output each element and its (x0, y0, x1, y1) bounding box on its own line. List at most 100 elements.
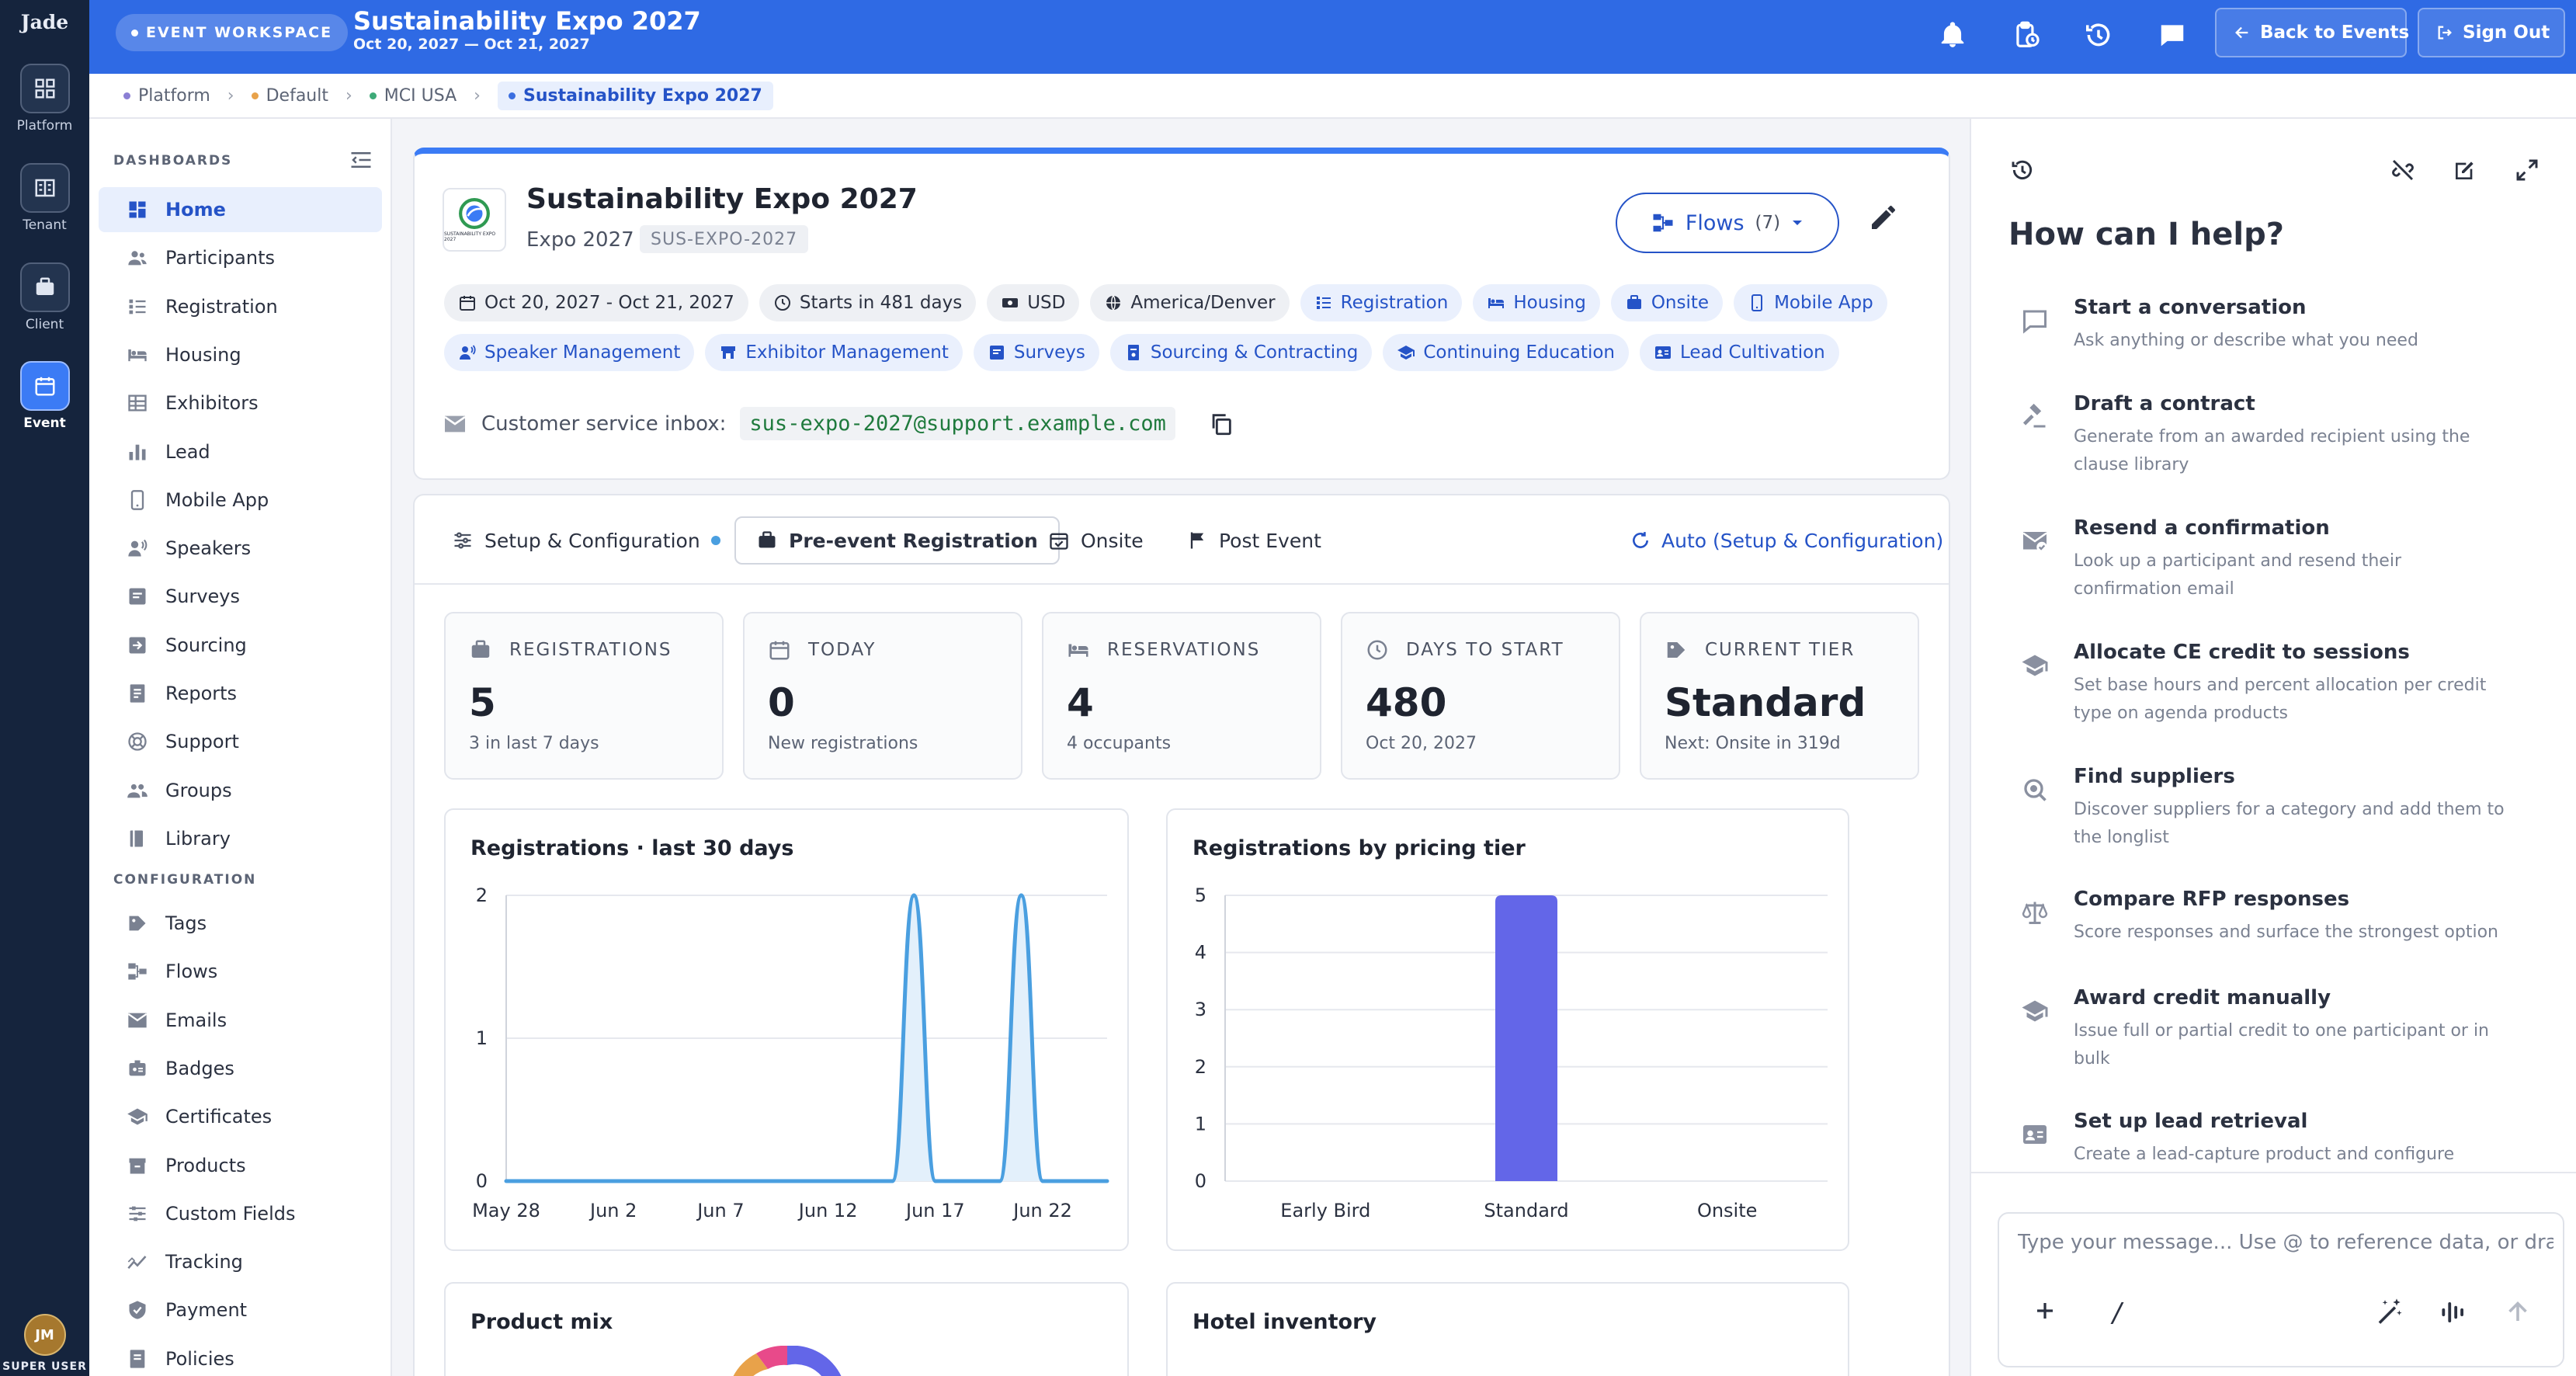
user-menu[interactable]: JM SUPER USER (0, 1314, 89, 1373)
survey-icon (988, 343, 1006, 362)
sidebar-item-tags[interactable]: Tags (99, 901, 382, 946)
flow-icon (127, 961, 148, 982)
breadcrumb-item-default[interactable]: Default (251, 86, 328, 106)
sidebar-item-products[interactable]: Products (99, 1143, 382, 1188)
clipboard-clock-icon[interactable] (2007, 16, 2046, 54)
pricing-tier-card: Registrations by pricing tier 0 1 2 3 4 5 Earl… (1166, 808, 1849, 1251)
x-tick-label: May 28 (472, 1200, 540, 1221)
chip-speaker-management[interactable]: Speaker Management (444, 334, 695, 371)
chip-continuing-education[interactable]: Continuing Education (1383, 334, 1629, 371)
sidebar-item-exhibitors[interactable]: Exhibitors (99, 380, 382, 426)
chat-icon[interactable] (2153, 16, 2192, 54)
sidebar-item-flows[interactable]: Flows (99, 949, 382, 994)
back-to-events-button[interactable]: Back to Events (2215, 8, 2409, 57)
chip-onsite[interactable]: Onsite (1610, 284, 1724, 321)
copy-icon[interactable] (1208, 411, 1234, 437)
breadcrumb-item-client[interactable]: MCI USA (369, 86, 457, 106)
collapse-sidebar-icon[interactable] (349, 150, 373, 170)
history-icon[interactable] (2079, 16, 2118, 54)
event-title: Sustainability Expo 2027 (353, 6, 701, 36)
sidebar-item-label: Sourcing (165, 634, 247, 656)
sidebar-item-custom-fields[interactable]: Custom Fields (99, 1191, 382, 1236)
sidebar-item-housing[interactable]: Housing (99, 332, 382, 377)
bell-icon[interactable] (1933, 16, 1972, 54)
sign-out-button[interactable]: Sign Out (2418, 8, 2565, 57)
chip-usd: USD (987, 284, 1080, 321)
tab-pre-event-registration[interactable]: Pre-event Registration (734, 516, 1060, 565)
voice-icon[interactable] (2439, 1298, 2468, 1327)
assistant-suggestion-start-a-conversation[interactable]: Start a conversation Ask anything or desc… (2023, 296, 2576, 355)
assistant-suggestion-resend-a-confirmation[interactable]: Resend a confirmation Look up a participa… (2022, 516, 2576, 603)
data-point (762, 1179, 766, 1183)
tab-setup-configuration[interactable]: Setup & Configuration (432, 516, 741, 565)
magic-wand-icon[interactable] (2373, 1296, 2404, 1327)
chip-exhibitor-management[interactable]: Exhibitor Management (705, 334, 963, 371)
edit-event-icon[interactable] (1868, 202, 1899, 233)
rail-item-platform[interactable]: Platform (0, 64, 89, 134)
suggestion-description: Issue full or partial credit to one part… (2074, 1021, 2490, 1068)
sidebar-item-support[interactable]: Support (99, 719, 382, 764)
sidebar: DASHBOARDS Home Participants Registration H… (89, 119, 392, 1376)
sidebar-item-policies[interactable]: Policies (99, 1336, 382, 1376)
breadcrumb-item-platform[interactable]: Platform (123, 86, 210, 106)
chip-mobile-app[interactable]: Mobile App (1734, 284, 1887, 321)
chip-surveys[interactable]: Surveys (973, 334, 1099, 371)
assistant-suggestion-award-credit-manually[interactable]: Award credit manually Issue full or parti… (2022, 986, 2576, 1073)
rail-label: Event (23, 415, 66, 431)
certificate-icon (127, 1106, 148, 1128)
event-name: Sustainability Expo 2027 (526, 183, 918, 215)
rail-item-tenant[interactable]: Tenant (0, 163, 89, 233)
bed-icon (127, 344, 148, 366)
flows-dropdown-button[interactable]: Flows (7) (1616, 193, 1839, 253)
chip-sourcing-contracting[interactable]: Sourcing & Contracting (1109, 334, 1373, 371)
sidebar-item-participants[interactable]: Participants (99, 235, 382, 280)
registrations-line-chart: 0 1 2 May 28 Jun 2 Jun 7 Jun 12 Jun 17 Jun 22 (472, 884, 1109, 1221)
chip-housing[interactable]: Housing (1473, 284, 1600, 321)
app-rail: Jade Platform Tenant Client Event JM SUP… (0, 0, 89, 1376)
data-point (826, 1179, 831, 1183)
sidebar-item-sourcing[interactable]: Sourcing (99, 623, 382, 668)
sidebar-item-badges[interactable]: Badges (99, 1046, 382, 1091)
assistant-suggestion-find-suppliers[interactable]: Find suppliers Discover suppliers for a c… (2024, 765, 2576, 852)
assistant-suggestion-allocate-ce-credit-to-sessions[interactable]: Allocate CE credit to sessions Set base h… (2022, 641, 2576, 728)
new-chat-icon[interactable] (2453, 158, 2477, 182)
sidebar-item-groups[interactable]: Groups (99, 768, 382, 813)
assistant-suggestion-set-up-lead-retrieval[interactable]: Set up lead retrieval Create a lead-captu… (2023, 1110, 2576, 1169)
sidebar-item-surveys[interactable]: Surveys (99, 574, 382, 619)
sidebar-item-home[interactable]: Home (99, 187, 382, 232)
tracking-icon (127, 1251, 148, 1273)
flows-count: (7) (1755, 213, 1781, 233)
chip-registration[interactable]: Registration (1300, 284, 1463, 321)
rail-item-client[interactable]: Client (0, 262, 89, 332)
sidebar-item-speakers[interactable]: Speakers (99, 526, 382, 571)
plus-icon[interactable] (2033, 1299, 2057, 1322)
app-logo: Jade (20, 11, 69, 33)
breadcrumb-item-event[interactable]: Sustainability Expo 2027 (497, 81, 773, 110)
data-point (697, 1179, 702, 1183)
link-off-icon[interactable] (2390, 158, 2415, 182)
tab-onsite[interactable]: Onsite (1028, 516, 1164, 565)
stat-value: 4 (1067, 680, 1094, 725)
sidebar-item-library[interactable]: Library (99, 816, 382, 861)
sidebar-heading-dashboards: DASHBOARDS (113, 153, 233, 169)
booth-icon (719, 343, 738, 362)
sidebar-item-reports[interactable]: Reports (99, 671, 382, 716)
expand-icon[interactable] (2515, 158, 2540, 182)
tab-post-event[interactable]: Post Event (1166, 516, 1342, 565)
slash-command-icon[interactable]: / (2113, 1298, 2121, 1329)
sidebar-item-registration[interactable]: Registration (99, 284, 382, 329)
sidebar-item-payment[interactable]: Payment (99, 1287, 382, 1333)
sidebar-item-mobile-app[interactable]: Mobile App (99, 478, 382, 523)
sidebar-item-lead[interactable]: Lead (99, 429, 382, 474)
assistant-suggestion-compare-rfp-responses[interactable]: Compare RFP responses Score responses and… (2022, 888, 2576, 947)
sidebar-item-certificates[interactable]: Certificates (99, 1094, 382, 1139)
sidebar-item-emails[interactable]: Emails (99, 998, 382, 1043)
history-icon[interactable] (2010, 158, 2035, 182)
auto-phase-button[interactable]: Auto (Setup & Configuration) (1610, 516, 1963, 565)
send-icon[interactable] (2504, 1298, 2532, 1326)
sidebar-item-tracking[interactable]: Tracking (99, 1239, 382, 1284)
rail-item-event[interactable]: Event (0, 361, 89, 431)
message-input[interactable]: Type your message... Use @ to reference … (2018, 1231, 2553, 1254)
assistant-suggestion-draft-a-contract[interactable]: Draft a contract Generate from an awarded… (2022, 392, 2576, 479)
chip-lead-cultivation[interactable]: Lead Cultivation (1639, 334, 1839, 371)
